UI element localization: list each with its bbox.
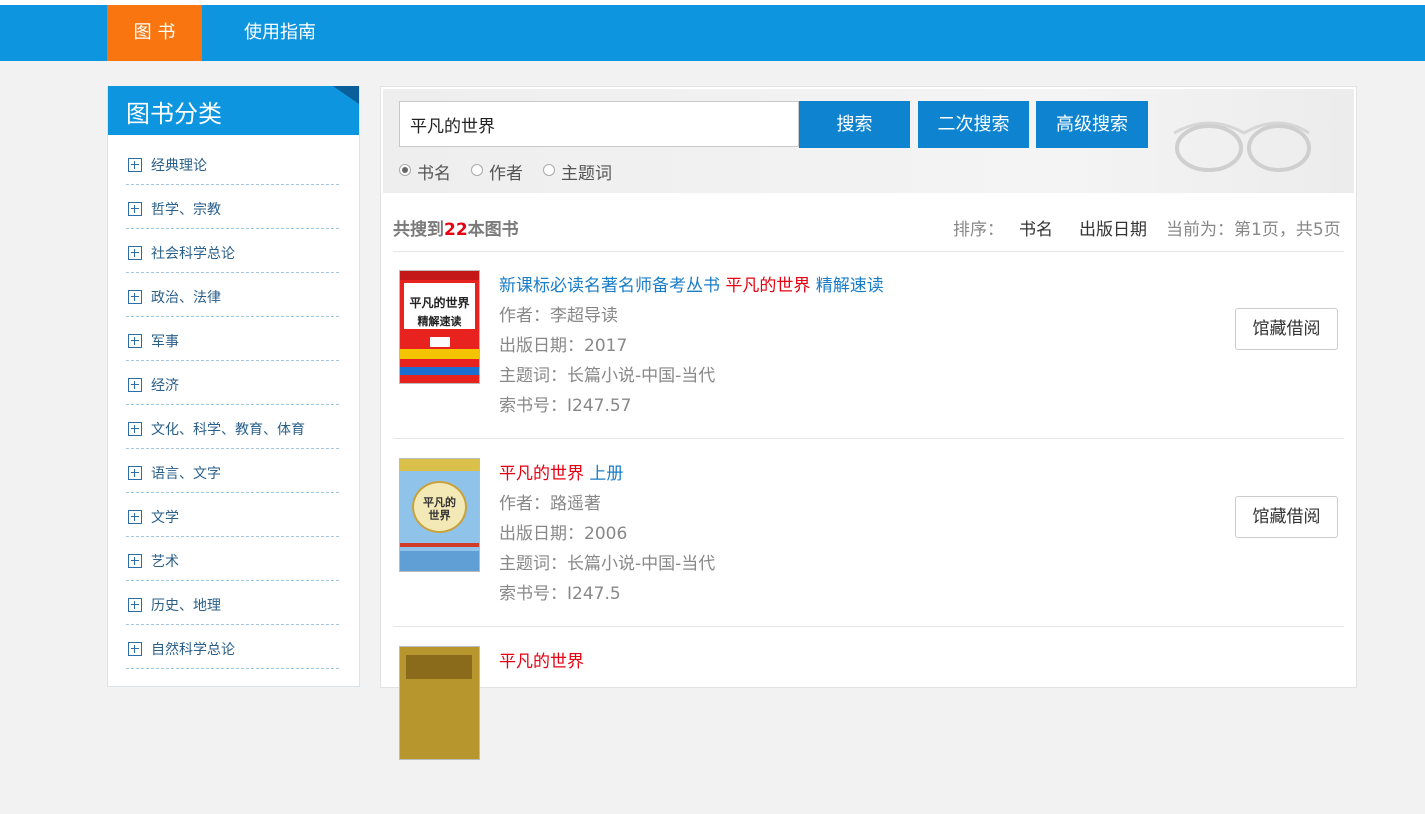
cover-stripe <box>400 551 479 571</box>
cover-emblem: 平凡的世界 <box>412 481 467 533</box>
sort-by-date[interactable]: 出版日期 <box>1079 215 1147 240</box>
plus-box-icon <box>128 158 142 172</box>
tab-books[interactable]: 图 书 <box>107 5 202 61</box>
secondary-search-button[interactable]: 二次搜索 <box>918 101 1029 148</box>
category-label: 历史、地理 <box>151 598 221 614</box>
book-info: 平凡的世界 上册 作者：路遥著 出版日期：2006 主题词：长篇小说-中国-当代… <box>499 459 715 609</box>
plus-box-icon <box>128 378 142 392</box>
book-cover[interactable] <box>399 646 480 760</box>
book-date: 出版日期：2017 <box>499 336 628 356</box>
sort-label: 排序： <box>953 220 1004 240</box>
top-nav: 图 书 使用指南 <box>0 5 1425 61</box>
book-result: 平凡的世界 精解速读 新课标必读名著名师备考丛书 平凡的世界 精解速读 作者：李… <box>393 251 1344 439</box>
book-result: 平凡的世界 平凡的世界 上册 作者：路遥著 出版日期：2006 主题词：长篇小说… <box>393 439 1344 627</box>
category-label: 军事 <box>151 334 179 350</box>
category-label: 社会科学总论 <box>151 246 235 262</box>
book-call-number: 索书号：I247.5 <box>499 584 621 604</box>
category-list: 经典理论 哲学、宗教 社会科学总论 政治、法律 军事 经济 文化、科学、教育、体… <box>126 141 339 669</box>
category-label: 经济 <box>151 378 179 394</box>
radio-unchecked-icon <box>543 164 555 176</box>
search-button[interactable]: 搜索 <box>799 101 910 148</box>
category-label: 艺术 <box>151 554 179 570</box>
glasses-icon <box>1173 121 1311 172</box>
radio-label: 书名 <box>417 164 451 184</box>
cover-title: 平凡的世界 <box>409 296 470 310</box>
book-result: 平凡的世界 <box>393 627 1344 814</box>
cover-band <box>400 459 479 471</box>
book-cover[interactable]: 平凡的世界 <box>399 458 480 572</box>
book-call-number: 索书号：I247.57 <box>499 396 632 416</box>
search-area: 搜索 二次搜索 高级搜索 书名 作者 主题词 <box>383 89 1354 193</box>
cover-label: 平凡的世界 精解速读 <box>404 283 475 329</box>
category-item[interactable]: 文化、科学、教育、体育 <box>126 405 339 449</box>
radio-unchecked-icon <box>471 164 483 176</box>
category-item[interactable]: 社会科学总论 <box>126 229 339 273</box>
plus-box-icon <box>128 642 142 656</box>
category-item[interactable]: 文学 <box>126 493 339 537</box>
plus-box-icon <box>128 598 142 612</box>
book-cover[interactable]: 平凡的世界 精解速读 <box>399 270 480 384</box>
category-item[interactable]: 历史、地理 <box>126 581 339 625</box>
radio-label: 主题词 <box>561 164 612 184</box>
result-count: 共搜到22本图书 <box>393 220 519 240</box>
book-title[interactable]: 平凡的世界 <box>499 647 584 677</box>
corner-fold-icon <box>333 86 359 104</box>
category-label: 政治、法律 <box>151 290 221 306</box>
category-label: 文化、科学、教育、体育 <box>151 422 305 438</box>
category-sidebar: 图书分类 经典理论 哲学、宗教 社会科学总论 政治、法律 军事 经济 文化、科学… <box>107 86 360 687</box>
book-author: 作者：李超导读 <box>499 306 618 326</box>
sidebar-header: 图书分类 <box>108 86 359 135</box>
plus-box-icon <box>128 202 142 216</box>
book-subject: 主题词：长篇小说-中国-当代 <box>499 366 716 386</box>
category-label: 自然科学总论 <box>151 642 235 658</box>
book-title[interactable]: 平凡的世界 上册 <box>499 459 715 489</box>
category-item[interactable]: 哲学、宗教 <box>126 185 339 229</box>
cover-title: 平凡的世界 <box>423 496 456 522</box>
book-date: 出版日期：2006 <box>499 524 628 544</box>
cover-decoration <box>406 655 472 679</box>
plus-box-icon <box>128 510 142 524</box>
category-item[interactable]: 军事 <box>126 317 339 361</box>
plus-box-icon <box>128 466 142 480</box>
sidebar-title: 图书分类 <box>126 100 222 128</box>
category-label: 哲学、宗教 <box>151 202 221 218</box>
plus-box-icon <box>128 246 142 260</box>
category-item[interactable]: 自然科学总论 <box>126 625 339 669</box>
book-title[interactable]: 新课标必读名著名师备考丛书 平凡的世界 精解速读 <box>499 271 884 301</box>
book-author: 作者：路遥著 <box>499 494 601 514</box>
category-item[interactable]: 语言、文字 <box>126 449 339 493</box>
category-item[interactable]: 艺术 <box>126 537 339 581</box>
category-label: 经典理论 <box>151 158 207 174</box>
tab-guide[interactable]: 使用指南 <box>225 5 335 61</box>
cover-decoration <box>430 337 450 347</box>
result-summary-bar: 共搜到22本图书 排序： 书名 出版日期 当前为：第1页，共5页 <box>393 213 1344 252</box>
plus-box-icon <box>128 554 142 568</box>
main-panel: 搜索 二次搜索 高级搜索 书名 作者 主题词 共搜到22本图书 排序： 书名 出… <box>380 86 1357 760</box>
category-label: 语言、文字 <box>151 466 221 482</box>
plus-box-icon <box>128 422 142 436</box>
book-subject: 主题词：长篇小说-中国-当代 <box>499 554 716 574</box>
category-item[interactable]: 经济 <box>126 361 339 405</box>
cover-stripe <box>400 543 479 547</box>
sort-by-title[interactable]: 书名 <box>1019 215 1053 240</box>
book-info: 平凡的世界 <box>499 647 584 677</box>
category-item[interactable]: 经典理论 <box>126 141 339 185</box>
plus-box-icon <box>128 290 142 304</box>
radio-checked-icon <box>399 164 411 176</box>
cover-stripe <box>400 367 479 375</box>
advanced-search-button[interactable]: 高级搜索 <box>1036 101 1148 148</box>
cover-subtitle: 精解速读 <box>417 315 462 328</box>
page-info: 当前为：第1页，共5页 <box>1166 220 1341 240</box>
search-input[interactable] <box>399 101 799 147</box>
borrow-button[interactable]: 馆藏借阅 <box>1235 496 1338 538</box>
borrow-button[interactable]: 馆藏借阅 <box>1235 308 1338 350</box>
book-info: 新课标必读名著名师备考丛书 平凡的世界 精解速读 作者：李超导读 出版日期：20… <box>499 271 884 421</box>
category-label: 文学 <box>151 510 179 526</box>
cover-stripe <box>400 349 479 359</box>
cover-band <box>400 271 479 280</box>
category-item[interactable]: 政治、法律 <box>126 273 339 317</box>
plus-box-icon <box>128 334 142 348</box>
radio-label: 作者 <box>489 164 523 184</box>
